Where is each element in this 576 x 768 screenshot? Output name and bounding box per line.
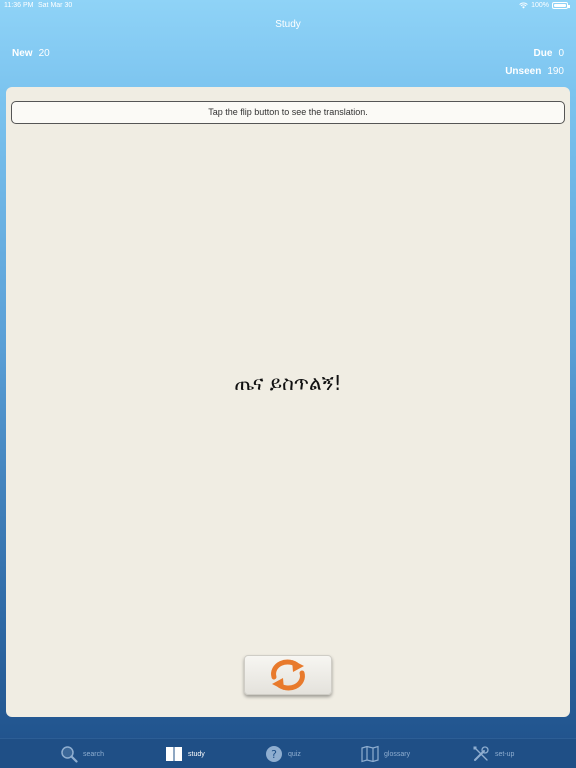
- tab-label-glossary: glossary: [384, 750, 411, 758]
- status-date: Sat Mar 30: [38, 2, 73, 9]
- tab-label-setup: set-up: [495, 750, 515, 758]
- tab-search[interactable]: search: [60, 745, 104, 763]
- search-icon: [61, 746, 78, 763]
- status-bar: 11:36 PM Sat Mar 30 100%: [0, 0, 576, 12]
- unseen-label: Unseen: [505, 66, 542, 77]
- tab-study[interactable]: study: [165, 745, 205, 763]
- tab-quiz[interactable]: ? quiz: [265, 745, 301, 763]
- due-value: 0: [558, 48, 564, 59]
- flip-icon: [271, 659, 305, 691]
- new-label: New: [12, 48, 33, 59]
- due-label: Due: [533, 48, 553, 59]
- card-phrase: ጤና ይስጥልኝ!: [234, 371, 342, 395]
- due-counter: Due 0: [534, 48, 564, 59]
- flip-hint: Tap the flip button to see the translati…: [11, 101, 565, 124]
- question-icon: ?: [266, 746, 282, 762]
- tab-bar: search study ? quiz glossary set-up: [0, 738, 576, 768]
- tab-setup[interactable]: set-up: [472, 745, 514, 763]
- status-right: 100%: [519, 2, 570, 9]
- book-icon: [166, 747, 182, 761]
- status-time: 11:36 PM: [4, 2, 34, 9]
- tab-label-study: study: [188, 750, 205, 758]
- svg-text:?: ?: [271, 748, 277, 761]
- wifi-icon: [519, 2, 528, 9]
- battery-icon: [552, 2, 570, 9]
- tab-glossary[interactable]: glossary: [361, 745, 410, 763]
- new-value: 20: [38, 48, 50, 59]
- new-counter: New 20: [12, 48, 50, 59]
- battery-percent: 100%: [531, 2, 549, 9]
- tab-label-quiz: quiz: [288, 750, 301, 758]
- flashcard[interactable]: Tap the flip button to see the translati…: [6, 87, 570, 717]
- unseen-counter: Unseen 190: [505, 66, 564, 77]
- flip-button[interactable]: [244, 655, 332, 695]
- map-icon: [361, 745, 379, 763]
- unseen-value: 190: [547, 66, 564, 77]
- tools-icon: [473, 746, 489, 761]
- page-title: Study: [275, 19, 301, 30]
- tab-label-search: search: [83, 750, 105, 758]
